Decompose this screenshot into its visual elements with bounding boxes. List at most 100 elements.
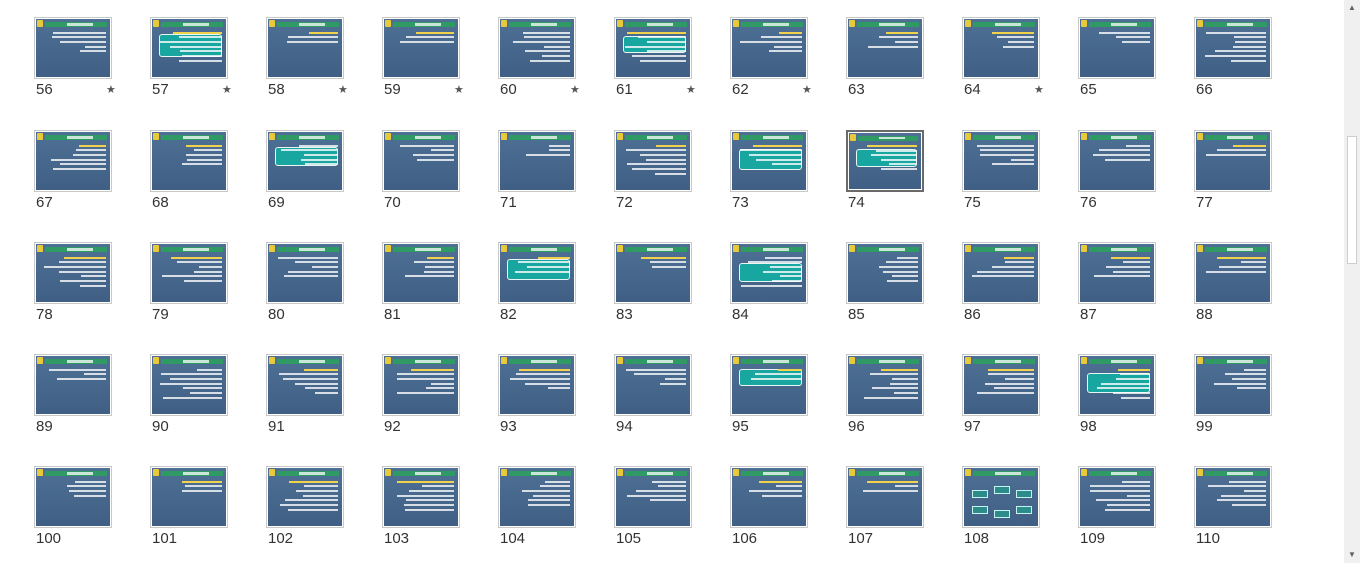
- slide-thumbnail[interactable]: [614, 466, 692, 528]
- slide-thumbnail-item[interactable]: 91: [266, 354, 382, 454]
- slide-transition-star-icon[interactable]: ★: [1034, 83, 1044, 96]
- slide-thumbnail-item[interactable]: 109: [1078, 466, 1194, 563]
- slide-thumbnail-item[interactable]: 84: [730, 242, 846, 342]
- slide-transition-star-icon[interactable]: ★: [106, 83, 116, 96]
- slide-thumbnail-item[interactable]: 67: [34, 130, 150, 230]
- slide-thumbnail-selected[interactable]: [846, 130, 924, 192]
- slide-thumbnail[interactable]: [846, 466, 924, 528]
- slide-thumbnail[interactable]: [614, 17, 692, 79]
- slide-thumbnail[interactable]: [846, 242, 924, 304]
- slide-thumbnail-item[interactable]: 93: [498, 354, 614, 454]
- slide-thumbnail-item[interactable]: 89: [34, 354, 150, 454]
- slide-thumbnail[interactable]: [382, 466, 460, 528]
- slide-thumbnail-item[interactable]: 96: [846, 354, 962, 454]
- scroll-down-arrow-icon[interactable]: ▼: [1344, 547, 1360, 563]
- slide-thumbnail[interactable]: [1078, 242, 1156, 304]
- slide-thumbnail[interactable]: [34, 17, 112, 79]
- slide-thumbnail[interactable]: [730, 17, 808, 79]
- slide-thumbnail[interactable]: [498, 130, 576, 192]
- slide-thumbnail-item[interactable]: 78: [34, 242, 150, 342]
- slide-thumbnail[interactable]: [498, 17, 576, 79]
- slide-thumbnail-item[interactable]: 105: [614, 466, 730, 563]
- slide-thumbnail[interactable]: [1078, 130, 1156, 192]
- slide-thumbnail[interactable]: [730, 242, 808, 304]
- slide-thumbnail-item[interactable]: 76: [1078, 130, 1194, 230]
- slide-thumbnail-item[interactable]: 57 ★: [150, 17, 266, 117]
- slide-thumbnail[interactable]: [614, 130, 692, 192]
- slide-thumbnail[interactable]: [382, 130, 460, 192]
- slide-thumbnail[interactable]: [1078, 17, 1156, 79]
- slide-thumbnail[interactable]: [150, 242, 228, 304]
- vertical-scrollbar[interactable]: ▲ ▼: [1344, 0, 1360, 563]
- slide-thumbnail[interactable]: [962, 354, 1040, 416]
- slide-thumbnail[interactable]: [1194, 354, 1272, 416]
- slide-transition-star-icon[interactable]: ★: [802, 83, 812, 96]
- slide-thumbnail[interactable]: [962, 466, 1040, 528]
- slide-transition-star-icon[interactable]: ★: [338, 83, 348, 96]
- slide-thumbnail[interactable]: [382, 242, 460, 304]
- slide-thumbnail-item[interactable]: 77: [1194, 130, 1310, 230]
- slide-thumbnail-item[interactable]: 71: [498, 130, 614, 230]
- slide-thumbnail-item[interactable]: 104: [498, 466, 614, 563]
- slide-thumbnail-item[interactable]: 83: [614, 242, 730, 342]
- slide-thumbnail-item[interactable]: 97: [962, 354, 1078, 454]
- slide-thumbnail[interactable]: [150, 130, 228, 192]
- slide-thumbnail-item[interactable]: 81: [382, 242, 498, 342]
- slide-thumbnail[interactable]: [614, 242, 692, 304]
- slide-thumbnail[interactable]: [1194, 130, 1272, 192]
- slide-thumbnail[interactable]: [962, 130, 1040, 192]
- slide-thumbnail-item[interactable]: 64 ★: [962, 17, 1078, 117]
- slide-thumbnail[interactable]: [150, 354, 228, 416]
- slide-thumbnail-item[interactable]: 70: [382, 130, 498, 230]
- slide-thumbnail[interactable]: [266, 466, 344, 528]
- slide-thumbnail[interactable]: [1194, 466, 1272, 528]
- slide-thumbnail[interactable]: [266, 242, 344, 304]
- slide-thumbnail-item[interactable]: 60 ★: [498, 17, 614, 117]
- slide-thumbnail[interactable]: [34, 466, 112, 528]
- slide-thumbnail-item[interactable]: 72: [614, 130, 730, 230]
- slide-transition-star-icon[interactable]: ★: [222, 83, 232, 96]
- slide-thumbnail-item[interactable]: 108: [962, 466, 1078, 563]
- slide-thumbnail[interactable]: [34, 130, 112, 192]
- slide-thumbnail-item[interactable]: 107: [846, 466, 962, 563]
- slide-transition-star-icon[interactable]: ★: [570, 83, 580, 96]
- slide-thumbnail-item[interactable]: 59 ★: [382, 17, 498, 117]
- slide-thumbnail-item[interactable]: 99: [1194, 354, 1310, 454]
- slide-thumbnail[interactable]: [498, 466, 576, 528]
- slide-thumbnail-item[interactable]: 94: [614, 354, 730, 454]
- slide-thumbnail[interactable]: [962, 242, 1040, 304]
- slide-thumbnail-item[interactable]: 101: [150, 466, 266, 563]
- slide-thumbnail-item[interactable]: 103: [382, 466, 498, 563]
- slide-thumbnail-item[interactable]: 86: [962, 242, 1078, 342]
- slide-thumbnail-item[interactable]: 62 ★: [730, 17, 846, 117]
- slide-thumbnail-item[interactable]: 98: [1078, 354, 1194, 454]
- slide-thumbnail-item[interactable]: 106: [730, 466, 846, 563]
- slide-thumbnail[interactable]: [498, 354, 576, 416]
- slide-thumbnail[interactable]: [1078, 466, 1156, 528]
- slide-thumbnail-item[interactable]: 65: [1078, 17, 1194, 117]
- slide-thumbnail-item[interactable]: 69: [266, 130, 382, 230]
- slide-thumbnail-item[interactable]: 90: [150, 354, 266, 454]
- slide-transition-star-icon[interactable]: ★: [454, 83, 464, 96]
- slide-thumbnail-item[interactable]: 74: [846, 130, 962, 230]
- slide-thumbnail-item[interactable]: 56 ★: [34, 17, 150, 117]
- slide-thumbnail[interactable]: [34, 242, 112, 304]
- slide-thumbnail[interactable]: [382, 17, 460, 79]
- slide-thumbnail[interactable]: [846, 17, 924, 79]
- slide-thumbnail[interactable]: [382, 354, 460, 416]
- slide-thumbnail-item[interactable]: 110: [1194, 466, 1310, 563]
- slide-thumbnail-item[interactable]: 85: [846, 242, 962, 342]
- slide-thumbnail[interactable]: [498, 242, 576, 304]
- slide-thumbnail[interactable]: [730, 354, 808, 416]
- slide-thumbnail-item[interactable]: 87: [1078, 242, 1194, 342]
- slide-thumbnail-item[interactable]: 63: [846, 17, 962, 117]
- slide-thumbnail[interactable]: [730, 466, 808, 528]
- slide-thumbnail-item[interactable]: 100: [34, 466, 150, 563]
- slide-thumbnail[interactable]: [34, 354, 112, 416]
- slide-thumbnail[interactable]: [150, 466, 228, 528]
- slide-thumbnail[interactable]: [962, 17, 1040, 79]
- slide-thumbnail-item[interactable]: 88: [1194, 242, 1310, 342]
- slide-thumbnail-item[interactable]: 73: [730, 130, 846, 230]
- scrollbar-thumb[interactable]: [1347, 136, 1357, 264]
- slide-thumbnail[interactable]: [614, 354, 692, 416]
